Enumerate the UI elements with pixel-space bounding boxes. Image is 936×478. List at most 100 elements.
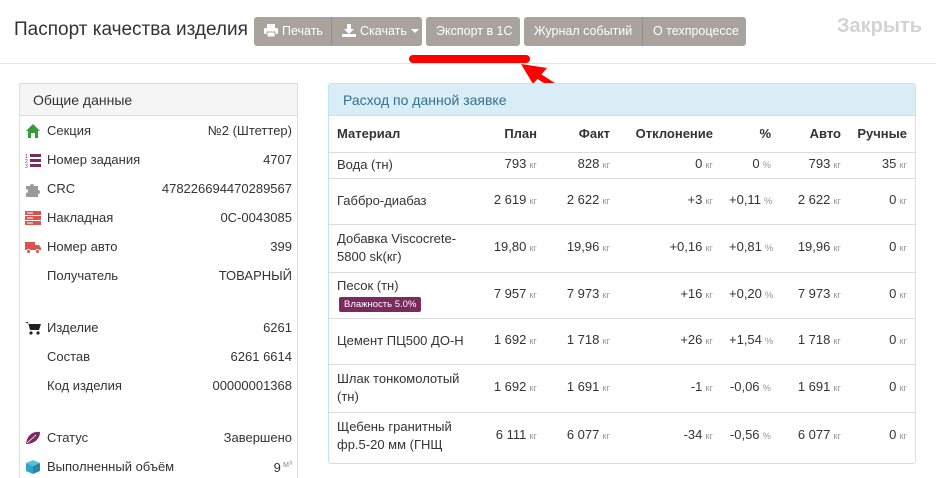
material-cell: Вода (тн) [329, 151, 472, 178]
table-row: Вода (тн) 793 кг 828 кг 0 кг 0% 793 кг 35 кг [329, 151, 915, 178]
chevron-down-icon [410, 29, 419, 33]
info-row-product: Изделие 6261 [20, 313, 297, 342]
percent-unit: % [764, 336, 774, 347]
deviation-value: -34 [683, 427, 703, 443]
auto-value: 1 691 [797, 379, 831, 394]
manual-cell: 0 кг [849, 177, 915, 224]
deviation-cell: 0 кг [618, 151, 721, 178]
info-label: Изделие [47, 320, 99, 335]
fact-cell: 19,96 кг [545, 223, 618, 272]
unit-label: кг [602, 243, 610, 254]
truck-icon [25, 242, 41, 254]
auto-value: 1 718 [797, 332, 831, 347]
unit-label: кг [833, 290, 841, 301]
info-label: Получатель [47, 268, 119, 283]
annotation-underline [409, 55, 530, 63]
plan-cell: 19,80 кг [472, 223, 545, 272]
download-button[interactable]: Скачать [332, 17, 422, 46]
material-cell: Щебень гранитный фр.5-20 мм (ГНЩ [329, 411, 472, 460]
general-data-panel: Общие данные Секция №2 (Штеттер) 123 Ном… [19, 83, 298, 478]
export-1c-button[interactable]: Экспорт в 1С [426, 17, 520, 46]
process-info-button[interactable]: О техпроцессе [642, 17, 746, 46]
auto-value: 7 973 [797, 286, 831, 301]
percent-cell: +0,81% [721, 223, 779, 272]
unit-label: кг [529, 431, 537, 443]
info-value: 4707 [263, 152, 292, 167]
plan-value: 1 692 [493, 332, 527, 347]
unit-label: кг [833, 336, 841, 347]
fact-value: 2 622 [566, 192, 600, 207]
unit-label: кг [899, 243, 907, 254]
unit-label: кг [602, 431, 610, 443]
col-header: % [759, 126, 771, 142]
page-title: Паспорт качества изделия [14, 19, 248, 40]
info-value: 0С-0043085 [220, 210, 292, 225]
info-value: 399 [270, 239, 292, 254]
col-header: Авто [809, 126, 841, 142]
info-label: Номер авто [47, 239, 118, 254]
info-label: Выполненный объём [47, 459, 175, 474]
plan-value: 6 111 [495, 427, 527, 443]
percent-unit: % [762, 160, 771, 171]
info-row-car: Номер авто 399 [20, 232, 297, 261]
table-row: Шлак тонкомолотый (тн) 1 692 кг 1 691 кг -1 кг… [329, 363, 915, 412]
unit-label: кг [529, 383, 537, 394]
auto-cell: 1 718 кг [779, 317, 849, 364]
home-icon [26, 124, 40, 138]
material-name: Габбро-диабаз [337, 193, 427, 208]
fact-cell: 6 077 кг [545, 411, 618, 460]
unit-label: кг [899, 383, 907, 394]
plan-cell: 793 кг [472, 151, 545, 178]
col-header: Факт [578, 126, 610, 142]
unit-label: кг [705, 336, 713, 347]
auto-cell: 19,96 кг [779, 223, 849, 272]
deviation-value: -1 [690, 379, 703, 394]
plan-value: 1 692 [493, 379, 527, 394]
info-label: CRC [47, 181, 76, 196]
manual-value: 0 [889, 332, 897, 347]
consumption-table: Материал План Факт Отклонение % Авто Руч… [329, 116, 915, 460]
close-button[interactable]: Закрыть [837, 15, 922, 38]
info-value: ТОВАРНЫЙ [218, 268, 292, 283]
leaf-icon [26, 431, 40, 444]
print-button[interactable]: Печать [254, 17, 332, 46]
table-header-row: Материал План Факт Отклонение % Авто Руч… [329, 116, 915, 152]
deviation-cell: +3 кг [618, 177, 721, 224]
manual-cell: 0 кг [849, 317, 915, 364]
plan-cell: 1 692 кг [472, 317, 545, 364]
unit-label: кг [705, 383, 713, 394]
info-row-composition: Состав 6261 6614 [20, 342, 297, 371]
info-row-recipient: Получатель ТОВАРНЫЙ [20, 261, 297, 290]
unit-label: кг [899, 160, 907, 171]
puzzle-icon [26, 184, 40, 197]
event-log-button[interactable]: Журнал событий [524, 17, 642, 46]
unit-label: кг [602, 383, 610, 394]
deviation-value: +0,16 [669, 239, 703, 254]
deviation-value: +26 [680, 332, 703, 347]
auto-cell: 793 кг [779, 151, 849, 178]
material-name: Цемент ПЦ500 ДО-Н [337, 333, 464, 348]
info-value: №2 (Штеттер) [207, 123, 292, 138]
plan-cell: 7 957 кг [472, 271, 545, 318]
percent-value: +0,20 [729, 286, 762, 301]
material-cell: Цемент ПЦ500 ДО-Н [329, 317, 472, 364]
table-row: Песок (тн) Влажность 5.0% 7 957 кг 7 973 кг +… [329, 271, 915, 318]
percent-cell: 0% [721, 151, 779, 178]
unit-label: кг [705, 431, 713, 443]
info-value: 478226694470289567 [161, 181, 292, 196]
deviation-cell: +26 кг [618, 317, 721, 364]
plan-value: 19,80 [493, 239, 527, 254]
fact-value: 7 973 [566, 286, 600, 301]
info-row-volume: Выполненный объём 9 м³ [20, 452, 297, 478]
manual-value: 0 [889, 192, 897, 207]
percent-value: 0 [752, 156, 760, 171]
material-cell: Добавка Viscocrete-5800 sk(кг) [329, 223, 472, 272]
col-header: Материал [337, 126, 401, 142]
info-value: 00000001368 [212, 378, 292, 393]
info-value: 6261 6614 [230, 349, 292, 364]
info-value: 6261 [263, 320, 292, 335]
percent-cell: -0,06% [721, 363, 779, 412]
unit-label: кг [899, 336, 907, 347]
fact-value: 828 [577, 156, 600, 171]
general-data-title: Общие данные [20, 84, 297, 116]
